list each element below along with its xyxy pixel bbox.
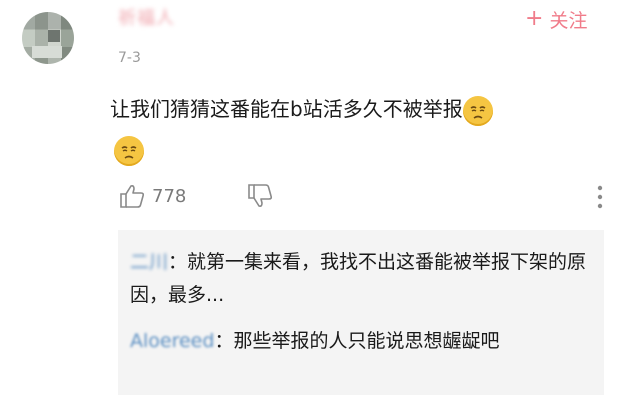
reply-text: ：那些举报的人只能说思想龌龊吧 bbox=[214, 330, 500, 352]
comment-actions: 778 bbox=[118, 180, 618, 214]
follow-label: 关注 bbox=[549, 9, 588, 32]
reply-author[interactable]: 二川 bbox=[130, 251, 168, 273]
reply-item[interactable]: Aloereed：那些举报的人只能说思想龌龊吧 bbox=[130, 325, 590, 358]
replies-panel[interactable]: 二川：就第一集来看，我找不出这番能被举报下架的原因，最多... Aloereed… bbox=[118, 230, 604, 395]
reply-author[interactable]: Aloereed bbox=[130, 330, 214, 352]
follow-button[interactable]: + 关注 bbox=[525, 5, 587, 33]
sad-face-emoji-icon bbox=[114, 136, 144, 166]
like-count: 778 bbox=[152, 186, 187, 207]
sad-face-emoji-icon bbox=[462, 95, 493, 126]
avatar[interactable] bbox=[22, 12, 74, 64]
thumbs-down-icon[interactable] bbox=[246, 182, 274, 210]
comment-date: 7-3 bbox=[118, 50, 141, 66]
comment-text: 让我们猜猜这番能在b站活多久不被举报 bbox=[110, 97, 463, 121]
avatar-pixel bbox=[48, 30, 60, 42]
more-vertical-icon[interactable] bbox=[596, 184, 604, 210]
comment-text-block: 让我们猜猜这番能在b站活多久不被举报 bbox=[110, 92, 610, 126]
reply-item[interactable]: 二川：就第一集来看，我找不出这番能被举报下架的原因，最多... bbox=[130, 246, 590, 312]
avatar-pixel bbox=[32, 46, 62, 58]
thumbs-up-icon[interactable] bbox=[118, 182, 146, 210]
plus-icon: + bbox=[525, 6, 544, 31]
comment-author-name[interactable]: 祈福人 bbox=[118, 8, 288, 30]
reply-text: ：就第一集来看，我找不出这番能被举报下架的原因，最多... bbox=[130, 251, 587, 306]
